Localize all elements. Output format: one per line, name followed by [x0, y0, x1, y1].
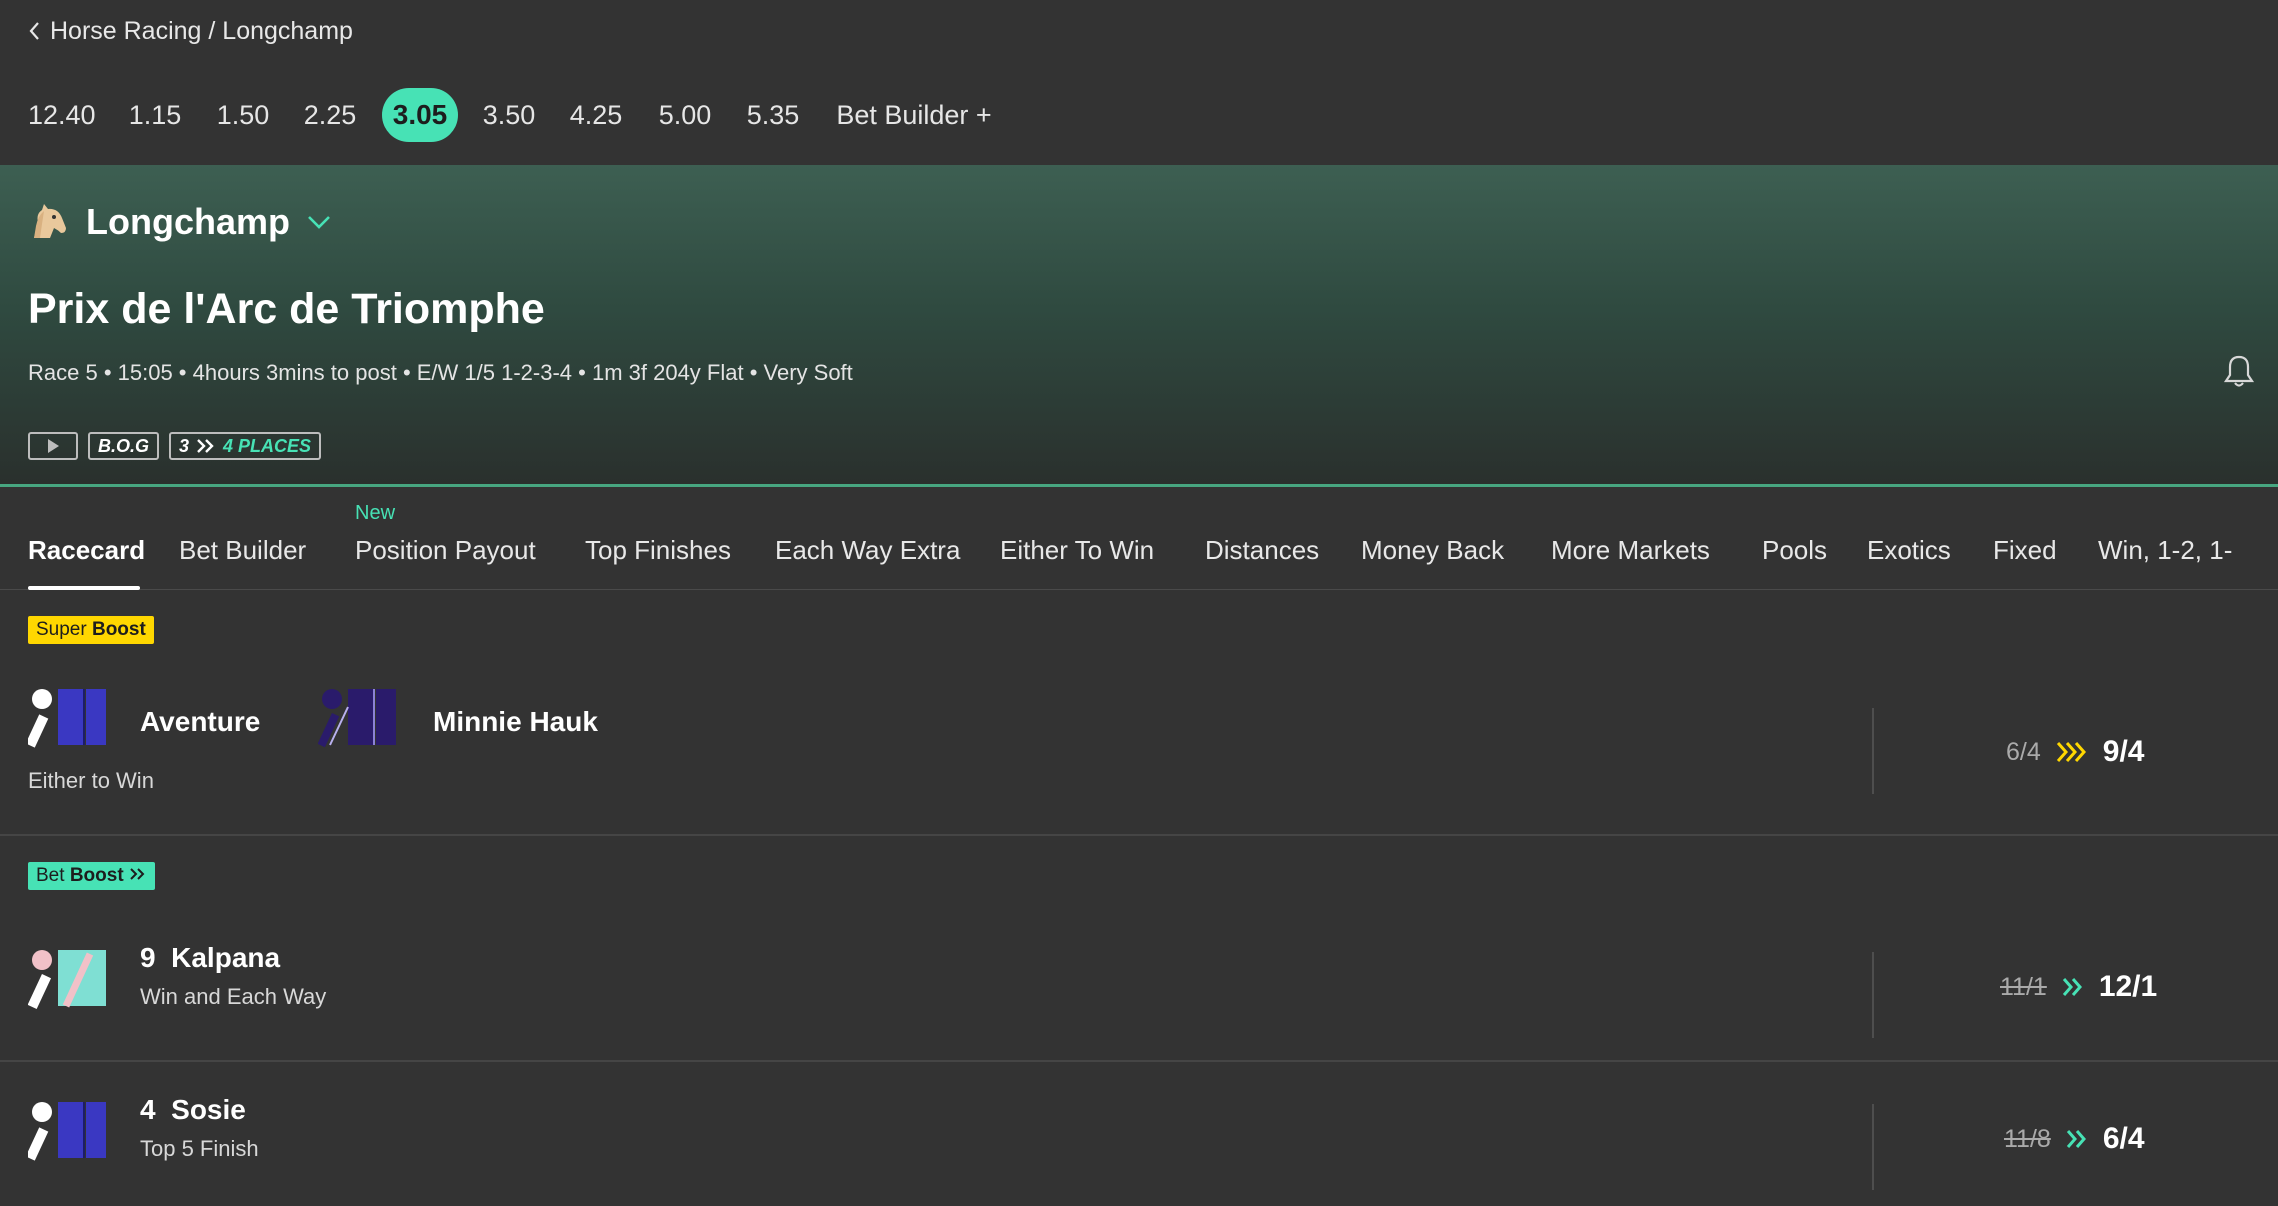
breadcrumb[interactable]: Horse Racing / Longchamp — [28, 16, 353, 46]
live-stream-badge[interactable] — [28, 432, 78, 460]
tab-win-forecast[interactable]: Win, 1-2, 1- — [2098, 526, 2232, 574]
active-tab-indicator — [28, 586, 140, 590]
race-time-tab[interactable]: 1.50 — [216, 88, 270, 142]
jockey-silk-icon — [28, 950, 106, 1010]
extra-places-badge: 3 4 PLACES — [169, 432, 322, 460]
places-to: 4 PLACES — [223, 435, 312, 456]
super-boost-tag: Super Boost — [28, 616, 154, 644]
race-time-tab-active[interactable]: 3.05 — [382, 88, 458, 142]
divider — [1872, 952, 1874, 1038]
breadcrumb-label[interactable]: Horse Racing / Longchamp — [50, 17, 353, 46]
previous-odds: 11/1 — [2000, 972, 2047, 1001]
odds-button[interactable]: 11/8 6/4 — [2004, 1119, 2145, 1159]
race-time-tab[interactable]: 4.25 — [569, 88, 623, 142]
previous-odds: 6/4 — [2006, 737, 2041, 766]
divider — [1872, 708, 1874, 794]
runner-number: 9 — [140, 942, 156, 973]
runner-name: Kalpana — [171, 942, 281, 973]
odds-button[interactable]: 6/4 9/4 — [2006, 732, 2144, 772]
race-time-tabs: 12.40 1.15 1.50 2.25 3.05 3.50 4.25 5.00… — [0, 88, 1100, 142]
play-icon — [48, 439, 59, 453]
tab-fixed[interactable]: Fixed — [1993, 526, 2057, 574]
top-bar: Horse Racing / Longchamp 12.40 1.15 1.50… — [0, 0, 2278, 165]
race-time-tab[interactable]: 3.50 — [482, 88, 536, 142]
jockey-silk-icon — [28, 1102, 106, 1161]
tab-each-way-extra[interactable]: Each Way Extra — [775, 526, 960, 574]
tab-distances[interactable]: Distances — [1205, 526, 1319, 574]
jockey-silk-icon — [28, 689, 106, 748]
bet-builder-link[interactable]: Bet Builder + — [834, 88, 994, 142]
tab-racecard[interactable]: Racecard — [28, 526, 145, 574]
bet-boost-tag-prefix: Bet — [36, 865, 65, 886]
boosted-odds: 12/1 — [2098, 970, 2158, 1003]
runner-name: Minnie Hauk — [433, 706, 598, 737]
market-tabs: New Racecard Bet Builder Position Payout… — [0, 490, 2278, 590]
bet-boost-tag-bold: Boost — [69, 865, 124, 886]
double-chevron-icon — [2066, 1130, 2086, 1148]
super-boost-card[interactable]: Super Boost Aventure Minnie Hauk Either … — [0, 592, 2278, 834]
places-from: 3 — [179, 435, 190, 456]
runner-name: Aventure — [140, 706, 261, 737]
horse-head-icon — [34, 204, 66, 238]
runner-name: Sosie — [171, 1094, 246, 1125]
odds-button[interactable]: 11/1 12/1 — [2000, 967, 2157, 1007]
boosted-odds: 9/4 — [2102, 735, 2145, 768]
tab-position-payout[interactable]: Position Payout — [355, 526, 536, 574]
market-label: Win and Each Way — [140, 984, 327, 1009]
tab-pools[interactable]: Pools — [1762, 526, 1827, 574]
divider — [1872, 1104, 1874, 1190]
runner-name-row: 9 Kalpana — [140, 942, 280, 974]
race-time-tab[interactable]: 1.15 — [128, 88, 182, 142]
bell-icon[interactable] — [2222, 353, 2256, 389]
jockey-silk-icon — [318, 689, 396, 748]
super-boost-tag-bold: Boost — [91, 619, 146, 640]
chevron-down-icon[interactable] — [306, 213, 332, 231]
new-badge: New — [355, 502, 396, 524]
runner-number: 4 — [140, 1094, 156, 1125]
course-selector[interactable]: Longchamp — [28, 197, 332, 247]
double-chevron-icon — [2062, 978, 2082, 996]
bet-boost-card[interactable]: 4 Sosie Top 5 Finish 11/8 6/4 — [0, 1062, 2278, 1206]
race-meta: Race 5 • 15:05 • 4hours 3mins to post • … — [28, 360, 853, 385]
double-chevron-icon — [197, 439, 214, 453]
tab-more-markets[interactable]: More Markets — [1551, 526, 1710, 574]
race-time-tab[interactable]: 5.00 — [658, 88, 712, 142]
boost-chevrons-icon — [2056, 742, 2086, 762]
race-title: Prix de l'Arc de Triomphe — [28, 285, 545, 333]
race-badges: B.O.G 3 4 PLACES — [28, 432, 322, 460]
course-name[interactable]: Longchamp — [86, 201, 290, 243]
tab-either-to-win[interactable]: Either To Win — [1000, 526, 1154, 574]
bet-boost-tag: Bet Boost — [28, 862, 155, 890]
tab-bet-builder[interactable]: Bet Builder — [179, 526, 306, 574]
market-label: Either to Win — [28, 768, 154, 793]
market-label: Top 5 Finish — [140, 1136, 259, 1161]
race-time-tab[interactable]: 5.35 — [746, 88, 800, 142]
bet-boost-card[interactable]: Bet Boost 9 Kalpana Win and Each Way 11/… — [0, 836, 2278, 1060]
double-chevron-icon — [130, 868, 145, 880]
runner-name-row: 4 Sosie — [140, 1094, 246, 1126]
race-header: Longchamp Prix de l'Arc de Triomphe Race… — [0, 165, 2278, 487]
race-time-tab[interactable]: 2.25 — [303, 88, 357, 142]
bog-badge: B.O.G — [88, 432, 160, 460]
super-boost-tag-prefix: Super — [36, 619, 87, 640]
tab-exotics[interactable]: Exotics — [1867, 526, 1951, 574]
tab-money-back[interactable]: Money Back — [1361, 526, 1504, 574]
boosted-odds: 6/4 — [2102, 1122, 2145, 1155]
race-time-tab[interactable]: 12.40 — [28, 88, 96, 142]
chevron-left-icon[interactable] — [28, 21, 40, 41]
previous-odds: 11/8 — [2004, 1124, 2051, 1153]
tab-top-finishes[interactable]: Top Finishes — [585, 526, 731, 574]
